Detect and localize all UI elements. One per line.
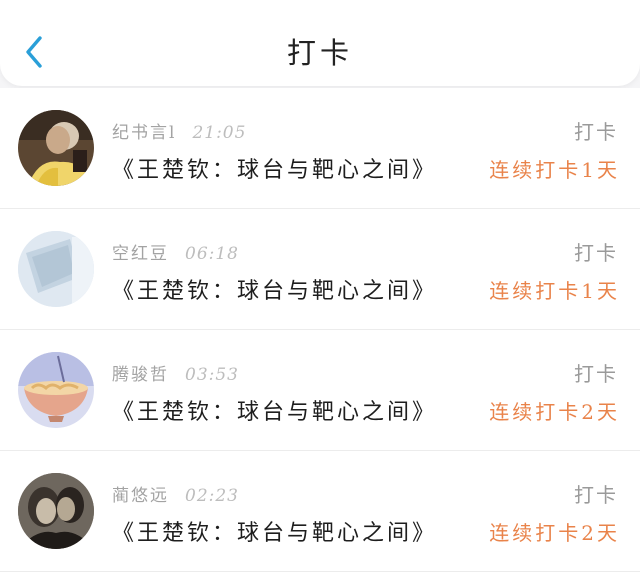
page-title: 打卡: [286, 36, 353, 70]
entry-time: 02:23: [185, 486, 239, 506]
entry-time: 06:18: [185, 244, 239, 264]
entry-meta: 空红豆 06:18: [112, 239, 239, 264]
streak-text: 连续打卡1天: [489, 158, 620, 182]
user-name[interactable]: 腾骏哲: [112, 365, 169, 385]
checkin-label: 打卡: [574, 241, 618, 265]
top-bar: 打卡: [0, 0, 640, 86]
checkin-label: 打卡: [574, 362, 618, 386]
avatar[interactable]: [18, 231, 94, 307]
checkin-label: 打卡: [574, 483, 618, 507]
book-title[interactable]: 《王楚钦：球台与靶心之间》: [112, 273, 437, 305]
avatar[interactable]: [18, 352, 94, 428]
entry-time: 03:53: [185, 365, 239, 385]
entry-meta: 蔺悠远 02:23: [112, 481, 239, 506]
list-item[interactable]: 腾骏哲 03:53 《王楚钦：球台与靶心之间》 打卡 连续打卡2天: [0, 330, 640, 451]
entry-time: 21:05: [192, 123, 247, 143]
avatar[interactable]: [18, 473, 94, 549]
streak-text: 连续打卡2天: [489, 521, 620, 545]
user-name[interactable]: 空红豆: [112, 244, 169, 264]
book-title[interactable]: 《王楚钦：球台与靶心之间》: [112, 394, 437, 426]
entry-meta: 纪书言l 21:05: [112, 118, 246, 143]
streak-text: 连续打卡2天: [489, 400, 620, 424]
list-item[interactable]: 空红豆 06:18 《王楚钦：球台与靶心之间》 打卡 连续打卡1天: [0, 209, 640, 330]
book-title[interactable]: 《王楚钦：球台与靶心之间》: [112, 152, 437, 184]
list-item[interactable]: 蔺悠远 02:23 《王楚钦：球台与靶心之间》 打卡 连续打卡2天: [0, 451, 640, 572]
streak-text: 连续打卡1天: [489, 279, 620, 303]
checkin-list: 纪书言l 21:05 《王楚钦：球台与靶心之间》 打卡 连续打卡1天 空红豆 06:…: [0, 88, 640, 572]
book-title[interactable]: 《王楚钦：球台与靶心之间》: [112, 515, 437, 547]
checkin-label: 打卡: [574, 120, 618, 144]
entry-meta: 腾骏哲 03:53: [112, 360, 239, 385]
user-name[interactable]: 蔺悠远: [112, 486, 169, 506]
avatar[interactable]: [18, 110, 94, 186]
list-item[interactable]: 纪书言l 21:05 《王楚钦：球台与靶心之间》 打卡 连续打卡1天: [0, 88, 640, 209]
user-name[interactable]: 纪书言l: [112, 123, 176, 143]
